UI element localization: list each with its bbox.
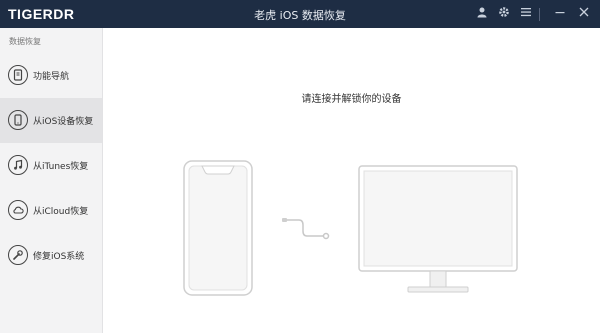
- sidebar-item-repair-ios[interactable]: 修复iOS系统: [0, 233, 102, 278]
- sidebar-item-label: 修复iOS系统: [33, 252, 85, 262]
- cable-illustration: [282, 218, 330, 240]
- phone-illustration: [183, 160, 253, 296]
- cloud-icon: [8, 200, 28, 220]
- sidebar-item-label: 从iCloud恢复: [33, 207, 89, 217]
- minimize-icon[interactable]: [552, 6, 568, 22]
- main-panel: 请连接并解锁你的设备: [103, 28, 600, 333]
- sidebar: 数据恢复 功能导航 从iOS设备恢复 从iTunes恢复 从iCloud恢复 修…: [0, 28, 103, 333]
- navigation-icon: [8, 65, 28, 85]
- computer-illustration: [358, 165, 518, 293]
- menu-icon[interactable]: [518, 6, 534, 22]
- sidebar-header: 数据恢复: [9, 37, 41, 46]
- wrench-icon: [8, 245, 28, 265]
- phone-icon: [8, 110, 28, 130]
- titlebar-divider: [539, 8, 540, 21]
- settings-icon[interactable]: [496, 6, 512, 22]
- sidebar-item-label: 功能导航: [33, 72, 70, 82]
- sidebar-item-label: 从iTunes恢复: [33, 162, 89, 172]
- connect-device-prompt: 请连接并解锁你的设备: [301, 94, 402, 105]
- sidebar-item-label: 从iOS设备恢复: [33, 117, 94, 127]
- sidebar-item-itunes[interactable]: 从iTunes恢复: [0, 143, 102, 188]
- sidebar-item-ios-device[interactable]: 从iOS设备恢复: [0, 98, 102, 143]
- sidebar-item-navigation[interactable]: 功能导航: [0, 53, 102, 98]
- music-note-icon: [8, 155, 28, 175]
- title-bar: TIGERDR 老虎 iOS 数据恢复: [0, 0, 600, 28]
- user-icon[interactable]: [474, 6, 490, 22]
- sidebar-item-icloud[interactable]: 从iCloud恢复: [0, 188, 102, 233]
- close-icon[interactable]: [576, 6, 592, 22]
